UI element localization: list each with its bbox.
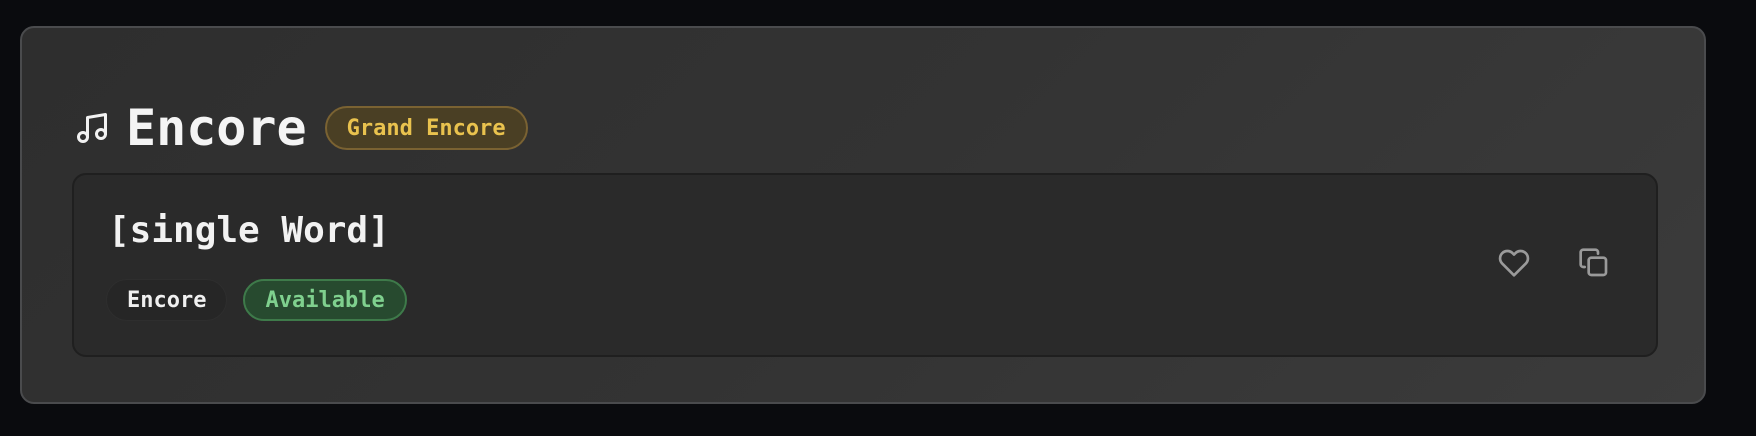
card-actions [1496,247,1612,283]
copy-icon [1578,247,1610,283]
grand-encore-badge: Grand Encore [324,106,528,150]
category-tag: Encore [106,279,228,321]
tag-list: Encore Available [106,279,407,321]
word-card: [single Word] Encore Available [72,173,1658,357]
heart-icon [1498,247,1530,283]
section-title: Encore [126,99,307,157]
status-badge: Available [243,279,407,321]
music-note-icon [72,108,112,148]
section-header: Encore Grand Encore [72,78,528,178]
word-text: [single Word] [108,210,390,251]
copy-button[interactable] [1576,247,1612,283]
encore-panel: Encore Grand Encore [single Word] Encore… [20,26,1706,404]
favorite-button[interactable] [1496,247,1532,283]
